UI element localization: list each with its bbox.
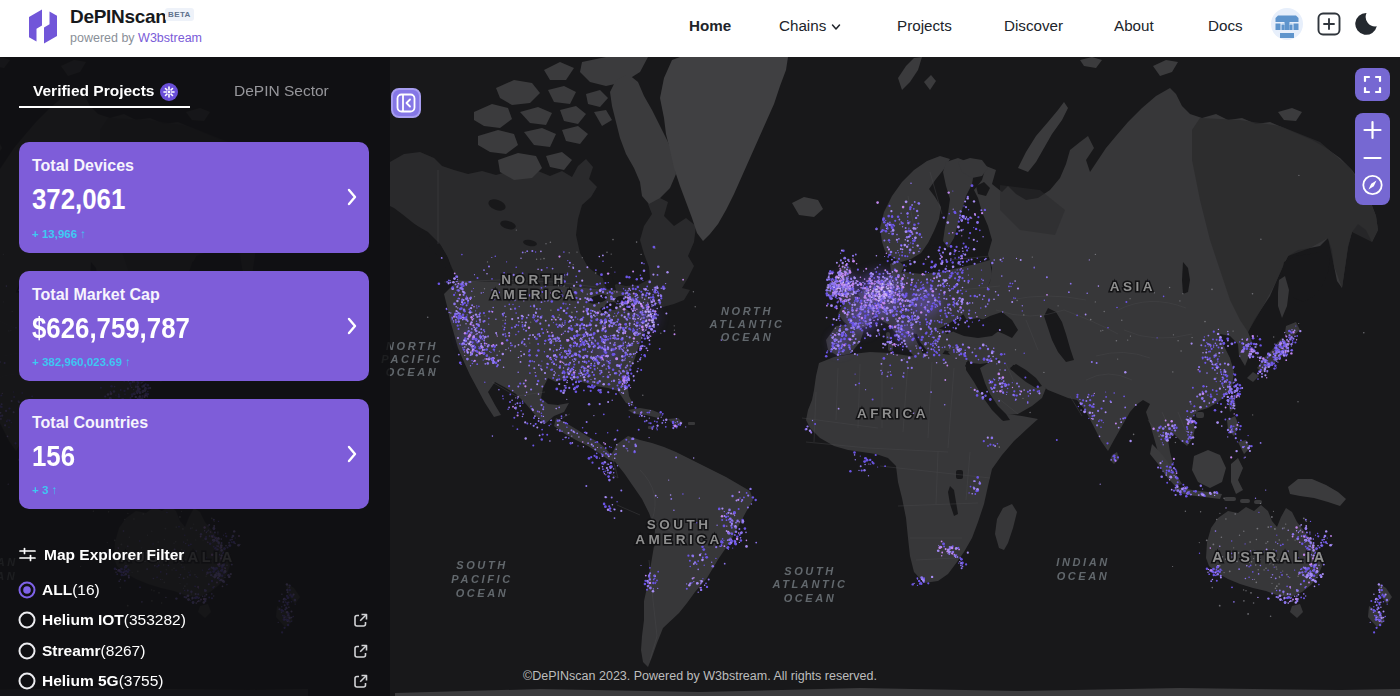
svg-text:PACIFIC: PACIFIC	[451, 573, 512, 585]
svg-text:INDIAN: INDIAN	[1056, 556, 1110, 568]
svg-text:AMERICA: AMERICA	[635, 532, 723, 547]
svg-text:SOUTH: SOUTH	[456, 559, 508, 571]
svg-text:AFRICA: AFRICA	[857, 406, 929, 421]
svg-text:ASIA: ASIA	[1110, 279, 1156, 294]
svg-text:SOUTH: SOUTH	[647, 517, 712, 532]
svg-text:OCEAN: OCEAN	[456, 587, 509, 599]
svg-text:PACIFIC: PACIFIC	[381, 353, 442, 365]
svg-text:OCEAN: OCEAN	[721, 331, 774, 343]
svg-text:NORTH: NORTH	[721, 305, 773, 317]
svg-text:OCEAN: OCEAN	[386, 366, 439, 378]
svg-text:NORTH: NORTH	[501, 272, 567, 287]
svg-text:ATLANTIC: ATLANTIC	[772, 578, 848, 590]
svg-text:SOUTH: SOUTH	[784, 565, 836, 577]
svg-text:AUSTRALIA: AUSTRALIA	[1212, 549, 1327, 565]
svg-text:ATLANTIC: ATLANTIC	[709, 318, 785, 330]
svg-text:OCEAN: OCEAN	[784, 592, 837, 604]
svg-text:AMERICA: AMERICA	[490, 287, 578, 302]
svg-text:OCEAN: OCEAN	[1057, 570, 1110, 582]
svg-text:NORTH: NORTH	[386, 340, 438, 352]
